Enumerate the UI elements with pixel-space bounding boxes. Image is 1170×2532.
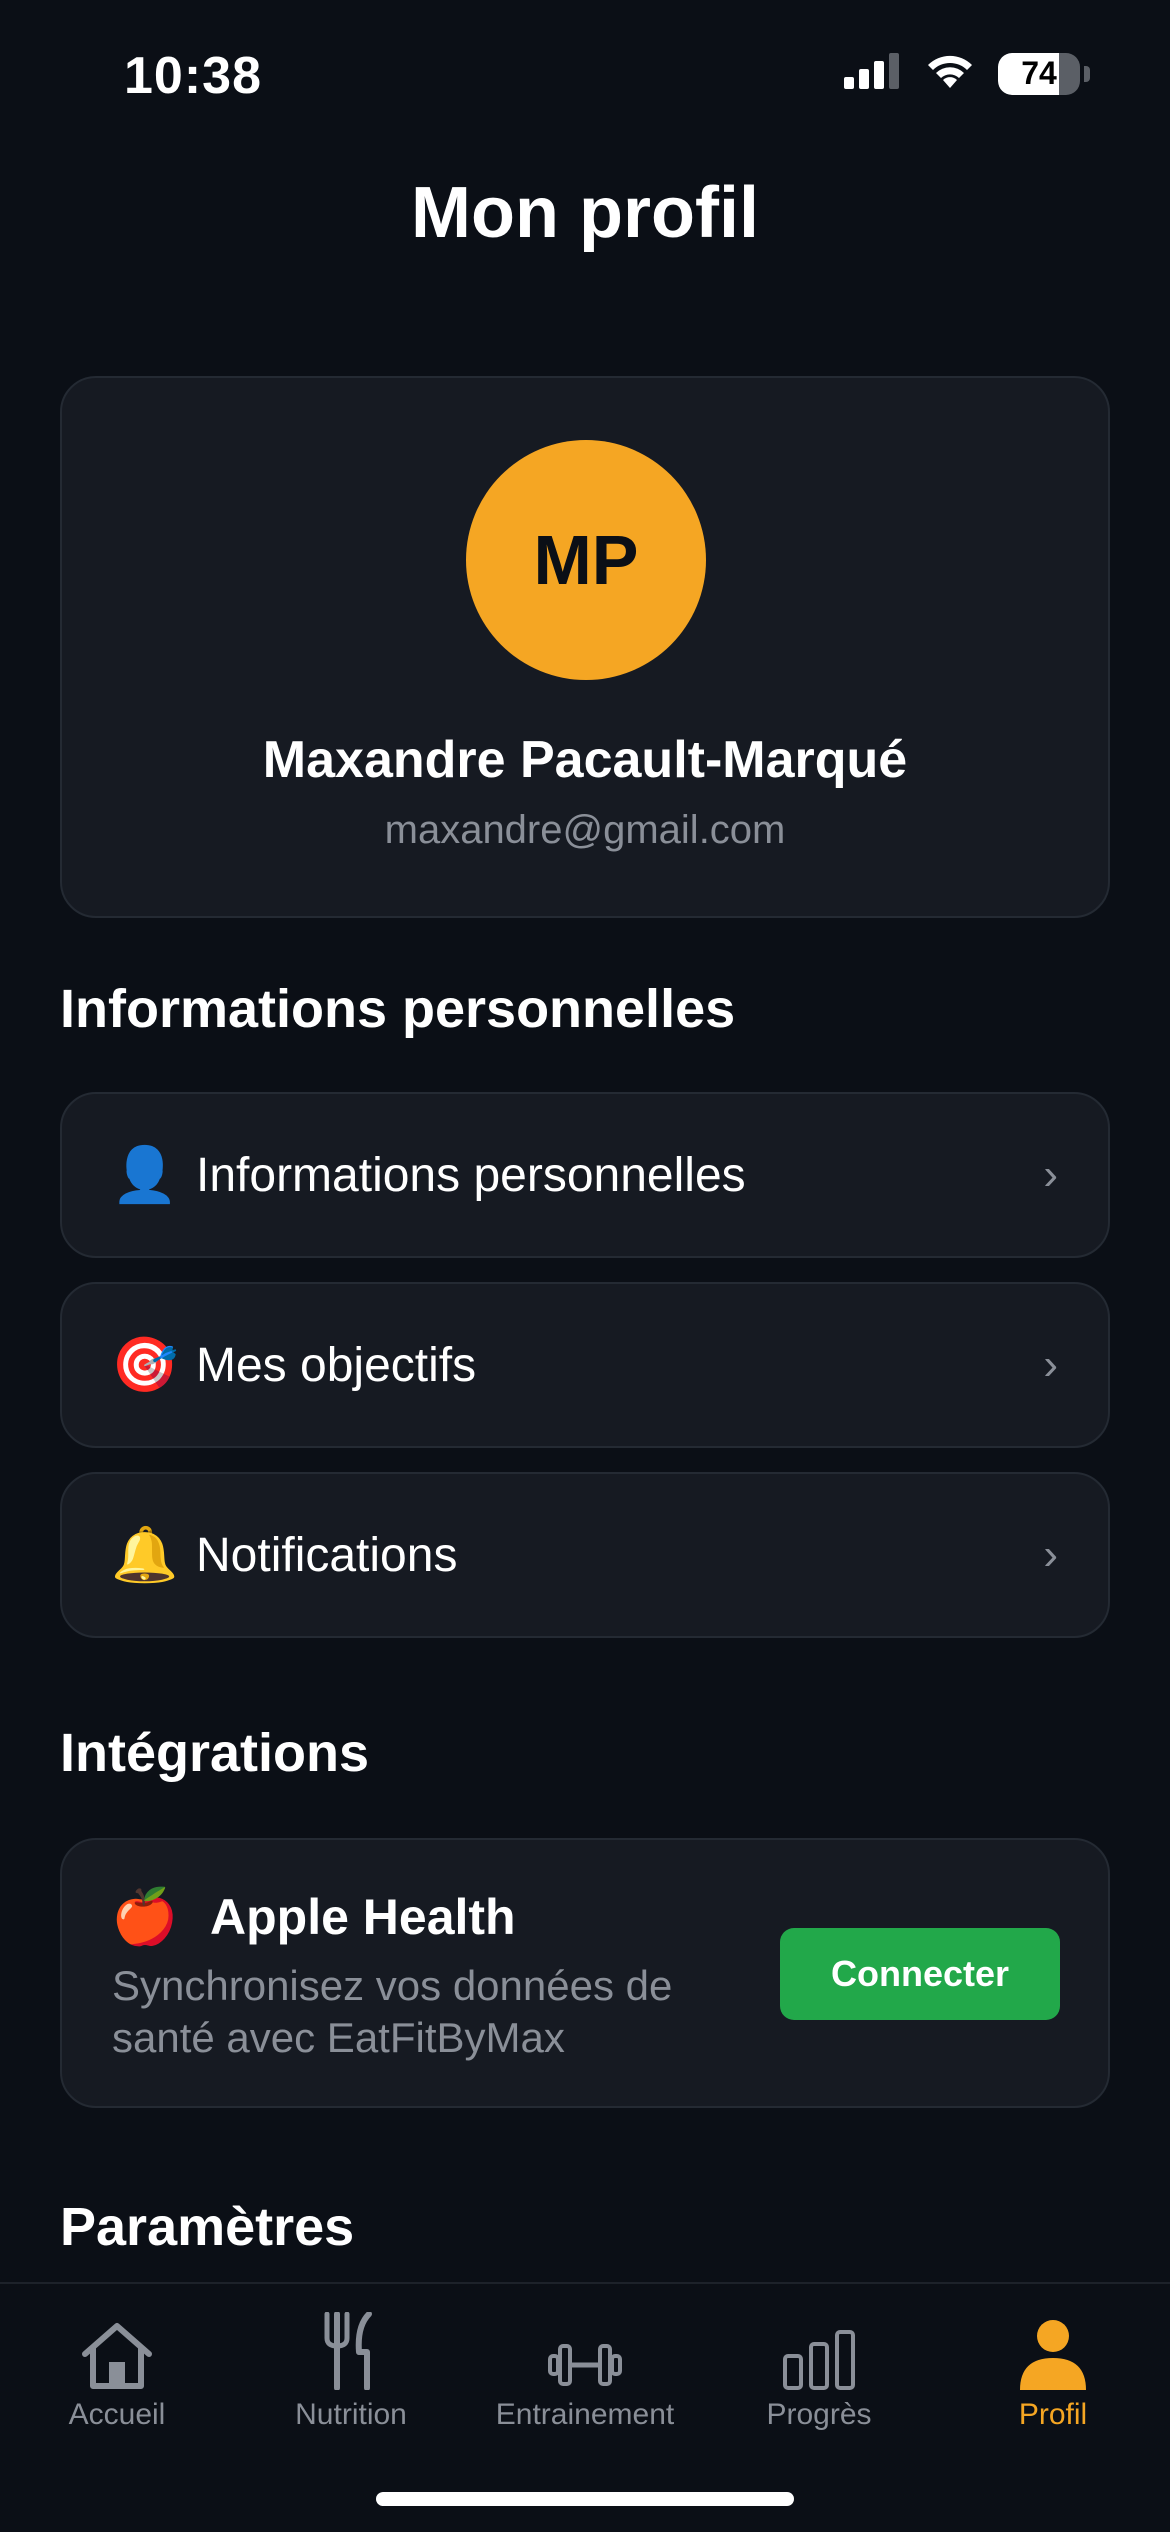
cellular-signal-icon: [844, 53, 902, 94]
page-title: Mon profil: [411, 173, 759, 253]
tab-label: Accueil: [68, 2398, 166, 2431]
avatar[interactable]: MP: [466, 440, 706, 680]
battery-icon: 74: [998, 52, 1080, 95]
chevron-right-icon: ›: [1043, 1340, 1058, 1389]
menu-item-label: Informations personnelles: [196, 1148, 746, 1202]
fork-knife-icon: [321, 2304, 381, 2390]
apple-health-description: Synchronisez vos données de santé avec E…: [112, 1962, 673, 2061]
home-indicator[interactable]: [376, 2492, 794, 2506]
status-time: 10:38: [124, 47, 262, 105]
battery-level: 74: [1021, 55, 1057, 91]
menu-item-notifications[interactable]: 🔔 Notifications ›: [60, 1472, 1110, 1638]
apple-health-card: 🍎 Apple Health Synchronisez vos données …: [60, 1838, 1110, 2108]
profile-screen: 10:38 74 Mon profil MP Maxandre Pacault-…: [0, 0, 1170, 2532]
menu-item-goals[interactable]: 🎯 Mes objectifs ›: [60, 1282, 1110, 1448]
tab-progres[interactable]: Progrès: [702, 2304, 936, 2444]
apple-health-title: Apple Health: [210, 1889, 516, 1945]
apple-icon: 🍎: [111, 1887, 179, 1947]
tab-label: Progrès: [766, 2398, 872, 2431]
battery-cap: [1084, 65, 1090, 82]
wifi-icon: [924, 52, 976, 95]
section-title-settings: Paramètres: [60, 2197, 355, 2257]
dumbbell-icon: [548, 2304, 622, 2390]
section-title-personal: Informations personnelles: [60, 979, 736, 1039]
tab-entrainement[interactable]: Entrainement: [468, 2304, 702, 2444]
profile-card: MP Maxandre Pacault-Marqué maxandre@gmai…: [60, 376, 1110, 918]
tab-label: Entrainement: [495, 2398, 675, 2431]
section-title-integrations: Intégrations: [60, 1723, 370, 1783]
bell-icon: 🔔: [111, 1525, 179, 1585]
target-icon: 🎯: [111, 1335, 179, 1395]
profile-name: Maxandre Pacault-Marqué: [262, 731, 908, 789]
person-silhouette-icon: 👤: [111, 1145, 179, 1205]
person-icon: [1018, 2304, 1088, 2390]
tab-label: Profil: [1018, 2398, 1088, 2431]
menu-item-label: Notifications: [196, 1528, 458, 1582]
apple-health-header: 🍎 Apple Health: [111, 1887, 516, 1947]
connect-button[interactable]: Connecter: [780, 1928, 1060, 2020]
chevron-right-icon: ›: [1043, 1150, 1058, 1199]
tab-accueil[interactable]: Accueil: [0, 2304, 234, 2444]
menu-item-label: Mes objectifs: [196, 1338, 477, 1392]
tab-label: Nutrition: [295, 2398, 407, 2431]
profile-email: maxandre@gmail.com: [384, 808, 786, 852]
menu-item-personal-info[interactable]: 👤 Informations personnelles ›: [60, 1092, 1110, 1258]
bar-chart-icon: [782, 2304, 856, 2390]
status-icons: 74: [844, 52, 1090, 95]
tab-profil[interactable]: Profil: [936, 2304, 1170, 2444]
home-icon: [79, 2304, 155, 2390]
chevron-right-icon: ›: [1043, 1530, 1058, 1579]
tab-nutrition[interactable]: Nutrition: [234, 2304, 468, 2444]
